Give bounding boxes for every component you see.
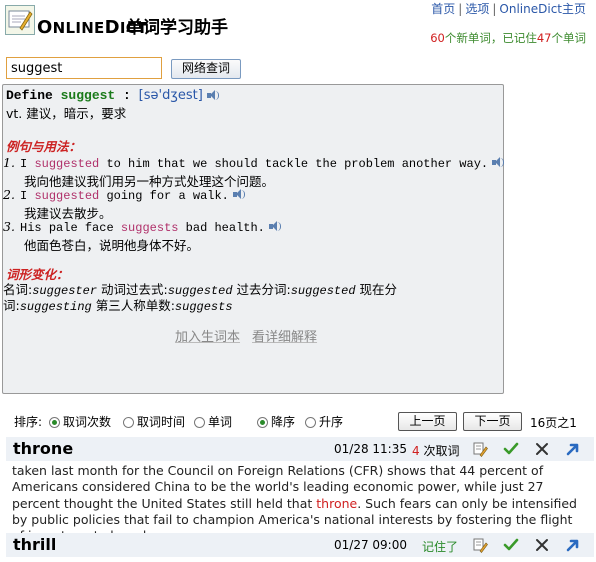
card-time: 01/28 11:35 — [334, 442, 407, 456]
definition-panel: Define suggest : [sə'dʒest] vt. 建议，暗示，要求… — [2, 84, 505, 394]
defined-word: suggest — [60, 88, 116, 103]
delete-icon[interactable] — [534, 441, 550, 457]
card-time: 01/27 09:00 — [334, 538, 407, 552]
page-indicator: 16页之1 — [530, 416, 577, 430]
speaker-icon[interactable] — [492, 157, 505, 168]
checkmark-icon[interactable] — [503, 537, 519, 553]
prev-page-button[interactable]: 上一页 — [398, 412, 457, 431]
sort-label: 排序: — [14, 415, 43, 429]
definition-actions: 加入生词本 看详细解释 — [175, 326, 329, 345]
add-to-wordbook-link[interactable]: 加入生词本 — [175, 330, 240, 345]
edit-icon[interactable] — [472, 537, 488, 553]
known-word-count: 47 — [536, 31, 552, 45]
word-stats: 60个新单词，已记住47个单词 — [430, 31, 586, 45]
card-word[interactable]: thrill — [13, 535, 56, 554]
delete-icon[interactable] — [534, 537, 550, 553]
speaker-icon[interactable] — [268, 221, 281, 232]
speaker-icon[interactable] — [206, 90, 219, 101]
top-nav: 首页 | 选项 | OnlineDict主页 — [431, 2, 586, 16]
example-item: 3. His pale face suggests bad health. 他面… — [3, 216, 503, 254]
sort-by-count-radio[interactable]: 取词次数 — [49, 413, 111, 430]
onlinedict-home-link[interactable]: OnlineDict主页 — [499, 2, 586, 16]
sort-bar: 排序: 取词次数 取词时间 单词 降序 升序 — [14, 413, 394, 429]
web-lookup-button[interactable]: 网络查词 — [171, 59, 241, 79]
word-meaning: vt. 建议，暗示，要求 — [6, 106, 127, 121]
remembered-status: 记住了 — [422, 540, 459, 554]
search-input[interactable] — [6, 57, 162, 79]
app-title: 单词学习助手 — [126, 18, 228, 38]
sort-by-time-radio[interactable]: 取词时间 — [123, 413, 185, 430]
view-details-link[interactable]: 看详细解释 — [252, 330, 317, 345]
open-arrow-icon[interactable] — [565, 537, 581, 553]
speaker-icon[interactable] — [232, 189, 245, 200]
order-asc-radio[interactable]: 升序 — [305, 413, 343, 430]
next-page-button[interactable]: 下一页 — [463, 412, 522, 431]
word-card-header: thrill 01/27 09:00 记住了 — [6, 533, 594, 557]
definition-heading: Define suggest : [sə'dʒest] — [6, 88, 219, 103]
card-word[interactable]: throne — [13, 439, 73, 458]
edit-icon[interactable] — [472, 441, 488, 457]
example-translation: 他面色苍白，说明他身体不好。 — [24, 238, 200, 253]
order-desc-radio[interactable]: 降序 — [257, 413, 295, 430]
new-word-count: 60 — [430, 31, 445, 45]
word-card-header: throne 01/28 11:35 4 次取词 — [6, 437, 594, 461]
options-link[interactable]: 选项 — [465, 2, 489, 16]
phonetic: [sə'dʒest] — [138, 88, 203, 103]
home-link[interactable]: 首页 — [431, 2, 455, 16]
app-logo-icon — [5, 5, 35, 35]
checkmark-icon[interactable] — [503, 441, 519, 457]
lookup-count: 4 次取词 — [412, 444, 460, 458]
word-forms-line: 词:suggesting 第三人称单数:suggests — [3, 298, 233, 314]
sort-by-word-radio[interactable]: 单词 — [194, 413, 232, 430]
open-arrow-icon[interactable] — [565, 441, 581, 457]
